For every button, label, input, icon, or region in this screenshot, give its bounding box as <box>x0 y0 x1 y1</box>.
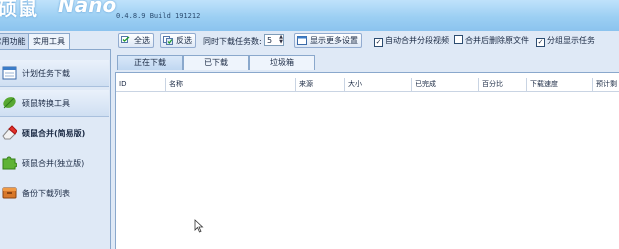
title-header: 硕鼠 Nano 0.4.8.9 Build 191212 <box>0 0 619 31</box>
checkbox-checked-icon[interactable]: ✓ <box>374 38 383 47</box>
tool-item-converter[interactable]: 硕鼠转换工具 <box>0 90 109 117</box>
tool-item-merge-standalone[interactable]: 硕鼠合并(独立版) <box>0 150 109 176</box>
tool-item-label: 计划任务下载 <box>22 69 70 78</box>
tool-item-backup-list[interactable]: 备份下载列表 <box>0 180 109 206</box>
tab-utility-tools[interactable]: 实用工具 <box>28 33 70 49</box>
column-header-name[interactable]: 名称 <box>166 78 296 91</box>
tool-item-label: 硕鼠合并(独立版) <box>22 159 85 168</box>
more-settings-label: 显示更多设置 <box>310 36 358 45</box>
column-header-size[interactable]: 大小 <box>345 78 412 91</box>
tool-item-label: 硕鼠合并(简易版) <box>22 129 86 138</box>
mouse-cursor-icon <box>194 219 204 233</box>
group-display-checkbox[interactable]: ✓ 分组显示任务 <box>536 35 595 47</box>
select-all-icon <box>121 36 130 43</box>
tool-item-label: 硕鼠转换工具 <box>22 99 70 108</box>
delete-after-merge-checkbox[interactable]: 合并后删除原文件 <box>454 35 529 46</box>
invert-select-button[interactable]: 反选 <box>160 33 196 48</box>
column-header-source[interactable]: 来源 <box>296 78 345 91</box>
table-header: ID 名称 来源 大小 已完成 百分比 下载速度 预计剩 <box>116 78 619 92</box>
app-logo-cn: 硕鼠 <box>0 0 39 20</box>
auto-merge-label: 自动合并分段视频 <box>385 36 449 45</box>
select-all-button[interactable]: 全选 <box>118 33 154 48</box>
leaf-icon <box>3 97 16 109</box>
tool-item-scheduled-download[interactable]: 计划任务下载 <box>0 60 109 87</box>
group-display-label: 分组显示任务 <box>547 36 595 45</box>
checkbox-checked-icon[interactable]: ✓ <box>536 38 545 47</box>
invert-select-icon <box>163 36 173 45</box>
tab-downloading[interactable]: 正在下载 <box>117 55 183 70</box>
auto-merge-checkbox[interactable]: ✓ 自动合并分段视频 <box>374 35 449 47</box>
calendar-icon <box>2 66 17 80</box>
delete-after-merge-label: 合并后删除原文件 <box>465 36 529 45</box>
version-label: 0.4.8.9 Build 191212 <box>116 12 201 20</box>
app-logo-en: Nano <box>58 0 117 17</box>
download-table[interactable]: ID 名称 来源 大小 已完成 百分比 下载速度 预计剩 <box>115 72 619 249</box>
toolbar: 全选 反选 同时下载任务数: 5 ▲ ▼ 显示更多设置 ✓ 自动合并分段视频 合并… <box>112 32 619 50</box>
column-header-completed[interactable]: 已完成 <box>412 78 479 91</box>
box-icon <box>2 187 17 199</box>
column-header-eta[interactable]: 预计剩 <box>593 78 619 91</box>
eraser-icon <box>2 125 17 140</box>
puzzle-icon <box>2 156 17 170</box>
invert-select-label: 反选 <box>176 36 192 45</box>
column-header-speed[interactable]: 下载速度 <box>527 78 593 91</box>
column-header-percent[interactable]: 百分比 <box>479 78 527 91</box>
max-tasks-label: 同时下载任务数: <box>203 37 262 46</box>
left-tab-bar: 常用功能 实用工具 <box>0 33 112 49</box>
tab-common-functions[interactable]: 常用功能 <box>0 33 29 49</box>
tool-item-label: 备份下载列表 <box>22 189 70 198</box>
tab-trash[interactable]: 垃圾箱 <box>249 55 315 70</box>
settings-window-icon <box>297 36 307 45</box>
max-tasks-stepper[interactable]: ▲ ▼ <box>277 35 285 45</box>
more-settings-button[interactable]: 显示更多设置 <box>294 33 362 48</box>
tools-panel: 计划任务下载 硕鼠转换工具 硕鼠合并(简易版) 硕鼠合并(独立版) 备份下载列表 <box>0 49 111 249</box>
tab-downloaded[interactable]: 已下载 <box>183 55 249 70</box>
column-header-id[interactable]: ID <box>116 78 166 91</box>
tool-item-merge-simple[interactable]: 硕鼠合并(简易版) <box>0 120 109 146</box>
spin-down-icon[interactable]: ▼ <box>277 40 285 45</box>
select-all-label: 全选 <box>134 36 150 45</box>
checkbox-unchecked-icon[interactable] <box>454 35 463 44</box>
